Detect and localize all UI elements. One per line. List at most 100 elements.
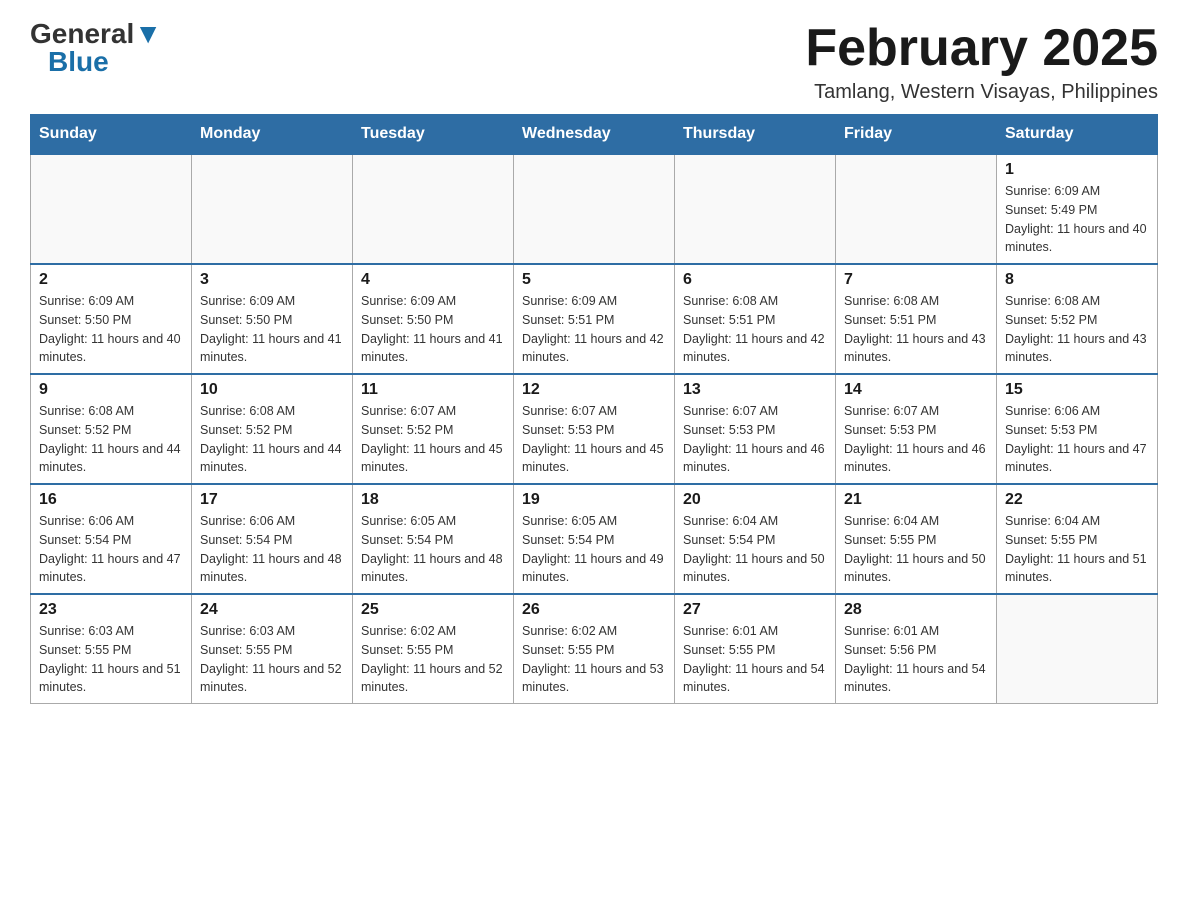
- table-cell: [997, 594, 1158, 704]
- day-info: Sunrise: 6:07 AMSunset: 5:53 PMDaylight:…: [844, 402, 988, 477]
- logo-bottom-row: Blue: [30, 48, 109, 76]
- table-cell: 28 Sunrise: 6:01 AMSunset: 5:56 PMDayligh…: [836, 594, 997, 704]
- day-number: 24: [200, 601, 344, 619]
- day-info: Sunrise: 6:05 AMSunset: 5:54 PMDaylight:…: [361, 512, 505, 587]
- table-cell: 19 Sunrise: 6:05 AMSunset: 5:54 PMDayligh…: [514, 484, 675, 594]
- day-info: Sunrise: 6:08 AMSunset: 5:51 PMDaylight:…: [683, 292, 827, 367]
- day-info: Sunrise: 6:03 AMSunset: 5:55 PMDaylight:…: [200, 622, 344, 697]
- table-cell: 25 Sunrise: 6:02 AMSunset: 5:55 PMDayligh…: [353, 594, 514, 704]
- day-number: 16: [39, 491, 183, 509]
- table-cell: 27 Sunrise: 6:01 AMSunset: 5:55 PMDayligh…: [675, 594, 836, 704]
- day-number: 1: [1005, 161, 1149, 179]
- day-number: 25: [361, 601, 505, 619]
- table-cell: 15 Sunrise: 6:06 AMSunset: 5:53 PMDayligh…: [997, 374, 1158, 484]
- day-number: 6: [683, 271, 827, 289]
- week-row-2: 9Sunrise: 6:08 AMSunset: 5:52 PMDaylight…: [31, 374, 1158, 484]
- table-cell: 24 Sunrise: 6:03 AMSunset: 5:55 PMDayligh…: [192, 594, 353, 704]
- table-cell: [514, 154, 675, 264]
- calendar-body: 1 Sunrise: 6:09 AMSunset: 5:49 PMDaylight…: [31, 154, 1158, 704]
- day-number: 13: [683, 381, 827, 399]
- day-number: 19: [522, 491, 666, 509]
- logo-blue-text: Blue: [48, 46, 109, 77]
- week-row-1: 2 Sunrise: 6:09 AMSunset: 5:50 PMDaylight…: [31, 264, 1158, 374]
- day-info: Sunrise: 6:02 AMSunset: 5:55 PMDaylight:…: [361, 622, 505, 697]
- calendar-header: SundayMondayTuesdayWednesdayThursdayFrid…: [31, 115, 1158, 155]
- day-number: 15: [1005, 381, 1149, 399]
- table-cell: 6 Sunrise: 6:08 AMSunset: 5:51 PMDaylight…: [675, 264, 836, 374]
- table-cell: 11Sunrise: 6:07 AMSunset: 5:52 PMDayligh…: [353, 374, 514, 484]
- day-info: Sunrise: 6:04 AMSunset: 5:55 PMDaylight:…: [844, 512, 988, 587]
- day-info: Sunrise: 6:03 AMSunset: 5:55 PMDaylight:…: [39, 622, 183, 697]
- day-info: Sunrise: 6:06 AMSunset: 5:53 PMDaylight:…: [1005, 402, 1149, 477]
- week-row-0: 1 Sunrise: 6:09 AMSunset: 5:49 PMDaylight…: [31, 154, 1158, 264]
- day-number: 5: [522, 271, 666, 289]
- logo: General▼ Blue: [30, 20, 162, 76]
- day-info: Sunrise: 6:04 AMSunset: 5:55 PMDaylight:…: [1005, 512, 1149, 587]
- week-row-3: 16 Sunrise: 6:06 AMSunset: 5:54 PMDayligh…: [31, 484, 1158, 594]
- logo-general-text: General▼: [30, 18, 162, 49]
- day-number: 18: [361, 491, 505, 509]
- day-info: Sunrise: 6:09 AMSunset: 5:50 PMDaylight:…: [200, 292, 344, 367]
- table-cell: 26 Sunrise: 6:02 AMSunset: 5:55 PMDayligh…: [514, 594, 675, 704]
- day-number: 20: [683, 491, 827, 509]
- day-number: 17: [200, 491, 344, 509]
- day-info: Sunrise: 6:09 AMSunset: 5:50 PMDaylight:…: [39, 292, 183, 367]
- day-info: Sunrise: 6:08 AMSunset: 5:52 PMDaylight:…: [39, 402, 183, 477]
- table-cell: 10Sunrise: 6:08 AMSunset: 5:52 PMDayligh…: [192, 374, 353, 484]
- day-number: 22: [1005, 491, 1149, 509]
- week-row-4: 23 Sunrise: 6:03 AMSunset: 5:55 PMDayligh…: [31, 594, 1158, 704]
- calendar-table: SundayMondayTuesdayWednesdayThursdayFrid…: [30, 114, 1158, 704]
- table-cell: [675, 154, 836, 264]
- day-info: Sunrise: 6:06 AMSunset: 5:54 PMDaylight:…: [39, 512, 183, 587]
- table-cell: 7 Sunrise: 6:08 AMSunset: 5:51 PMDaylight…: [836, 264, 997, 374]
- day-number: 3: [200, 271, 344, 289]
- table-cell: 3 Sunrise: 6:09 AMSunset: 5:50 PMDaylight…: [192, 264, 353, 374]
- day-number: 11: [361, 381, 505, 399]
- table-cell: 5Sunrise: 6:09 AMSunset: 5:51 PMDaylight…: [514, 264, 675, 374]
- table-cell: 8 Sunrise: 6:08 AMSunset: 5:52 PMDaylight…: [997, 264, 1158, 374]
- header-wednesday: Wednesday: [514, 115, 675, 155]
- header-tuesday: Tuesday: [353, 115, 514, 155]
- table-cell: 4 Sunrise: 6:09 AMSunset: 5:50 PMDaylight…: [353, 264, 514, 374]
- logo-top-row: General▼: [30, 20, 162, 48]
- header-thursday: Thursday: [675, 115, 836, 155]
- day-info: Sunrise: 6:09 AMSunset: 5:50 PMDaylight:…: [361, 292, 505, 367]
- page-header: General▼ Blue February 2025 Tamlang, Wes…: [30, 20, 1158, 104]
- logo-triangle-icon: ▼: [134, 18, 162, 49]
- table-cell: [31, 154, 192, 264]
- table-cell: 12 Sunrise: 6:07 AMSunset: 5:53 PMDayligh…: [514, 374, 675, 484]
- header-sunday: Sunday: [31, 115, 192, 155]
- day-info: Sunrise: 6:06 AMSunset: 5:54 PMDaylight:…: [200, 512, 344, 587]
- header-row: SundayMondayTuesdayWednesdayThursdayFrid…: [31, 115, 1158, 155]
- day-number: 27: [683, 601, 827, 619]
- title-block: February 2025 Tamlang, Western Visayas, …: [805, 20, 1158, 104]
- day-number: 28: [844, 601, 988, 619]
- day-number: 4: [361, 271, 505, 289]
- day-info: Sunrise: 6:09 AMSunset: 5:49 PMDaylight:…: [1005, 182, 1149, 257]
- day-info: Sunrise: 6:01 AMSunset: 5:56 PMDaylight:…: [844, 622, 988, 697]
- day-number: 7: [844, 271, 988, 289]
- day-number: 23: [39, 601, 183, 619]
- day-info: Sunrise: 6:08 AMSunset: 5:51 PMDaylight:…: [844, 292, 988, 367]
- day-number: 12: [522, 381, 666, 399]
- table-cell: 20Sunrise: 6:04 AMSunset: 5:54 PMDayligh…: [675, 484, 836, 594]
- day-info: Sunrise: 6:07 AMSunset: 5:53 PMDaylight:…: [522, 402, 666, 477]
- calendar-title: February 2025: [805, 20, 1158, 77]
- day-number: 14: [844, 381, 988, 399]
- table-cell: 1 Sunrise: 6:09 AMSunset: 5:49 PMDaylight…: [997, 154, 1158, 264]
- day-number: 8: [1005, 271, 1149, 289]
- calendar-subtitle: Tamlang, Western Visayas, Philippines: [805, 81, 1158, 104]
- day-info: Sunrise: 6:08 AMSunset: 5:52 PMDaylight:…: [200, 402, 344, 477]
- day-number: 26: [522, 601, 666, 619]
- day-info: Sunrise: 6:02 AMSunset: 5:55 PMDaylight:…: [522, 622, 666, 697]
- header-monday: Monday: [192, 115, 353, 155]
- table-cell: 21Sunrise: 6:04 AMSunset: 5:55 PMDayligh…: [836, 484, 997, 594]
- day-number: 2: [39, 271, 183, 289]
- table-cell: 17 Sunrise: 6:06 AMSunset: 5:54 PMDayligh…: [192, 484, 353, 594]
- header-saturday: Saturday: [997, 115, 1158, 155]
- day-info: Sunrise: 6:01 AMSunset: 5:55 PMDaylight:…: [683, 622, 827, 697]
- day-info: Sunrise: 6:08 AMSunset: 5:52 PMDaylight:…: [1005, 292, 1149, 367]
- header-friday: Friday: [836, 115, 997, 155]
- table-cell: 2 Sunrise: 6:09 AMSunset: 5:50 PMDaylight…: [31, 264, 192, 374]
- day-info: Sunrise: 6:05 AMSunset: 5:54 PMDaylight:…: [522, 512, 666, 587]
